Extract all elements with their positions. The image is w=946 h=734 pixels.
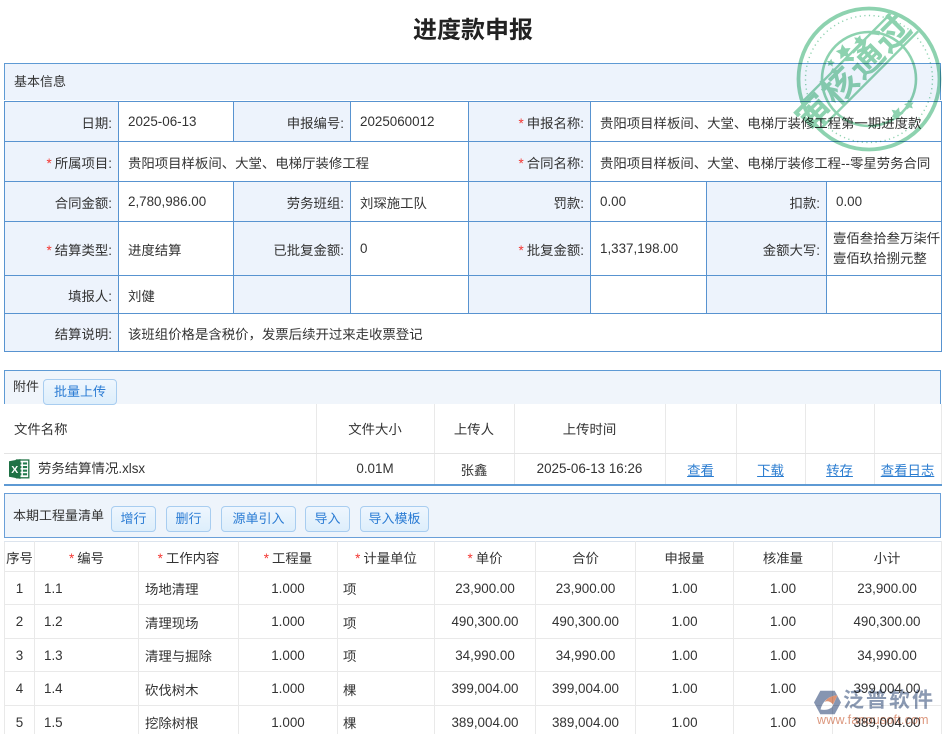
- svg-text:审核通过: 审核通过: [788, 0, 923, 141]
- svg-text:X: X: [11, 464, 18, 476]
